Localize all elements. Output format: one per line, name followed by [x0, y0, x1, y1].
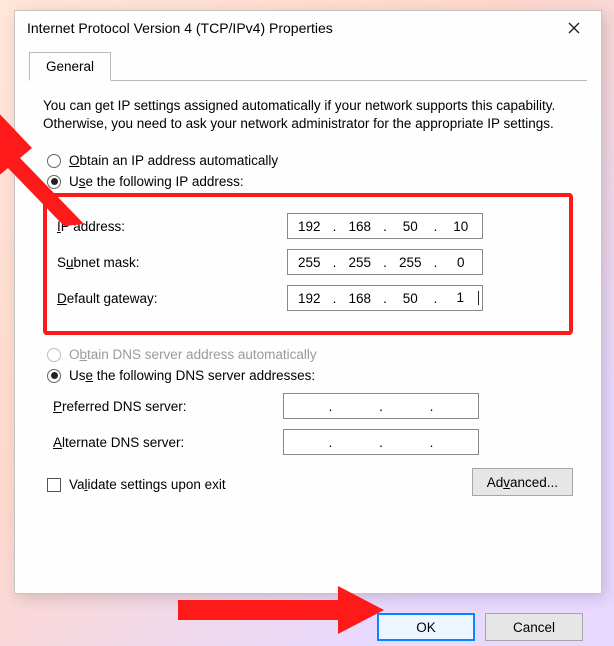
radio-icon [47, 175, 61, 189]
checkbox-icon [47, 478, 61, 492]
radio-icon [47, 348, 61, 362]
ip-address-label: IP address: [57, 219, 287, 234]
window-title: Internet Protocol Version 4 (TCP/IPv4) P… [27, 20, 555, 36]
subnet-label: Subnet mask: [57, 255, 287, 270]
subnet-input[interactable]: 255. 255. 255. 0 [287, 249, 483, 275]
properties-dialog: Internet Protocol Version 4 (TCP/IPv4) P… [14, 10, 602, 594]
preferred-dns-input[interactable]: . . . [283, 393, 479, 419]
advanced-button[interactable]: Advanced... [472, 468, 573, 496]
dns-group: Preferred DNS server: . . . Alternate DN… [43, 393, 573, 455]
tabstrip: General [29, 51, 587, 81]
radio-icon [47, 154, 61, 168]
radio-ip-auto[interactable]: Obtain an IP address automatically [47, 153, 573, 168]
ok-button[interactable]: OK [377, 613, 475, 641]
preferred-dns-label: Preferred DNS server: [53, 399, 283, 414]
radio-ip-manual[interactable]: Use the following IP address: [47, 174, 573, 189]
alternate-dns-label: Alternate DNS server: [53, 435, 283, 450]
radio-dns-auto-label: Obtain DNS server address automatically [69, 347, 317, 362]
tab-general[interactable]: General [29, 52, 111, 81]
radio-icon [47, 369, 61, 383]
gateway-label: Default gateway: [57, 291, 287, 306]
radio-dns-manual[interactable]: Use the following DNS server addresses: [47, 368, 573, 383]
validate-label: Validate settings upon exit [69, 477, 226, 492]
radio-dns-manual-label: Use the following DNS server addresses: [69, 368, 315, 383]
gateway-input[interactable]: 192. 168. 50. 1 [287, 285, 483, 311]
radio-dns-auto: Obtain DNS server address automatically [47, 347, 573, 362]
radio-ip-manual-label: Use the following IP address: [69, 174, 244, 189]
tab-content: You can get IP settings assigned automat… [15, 81, 601, 510]
ip-address-input[interactable]: 192. 168. 50. 10 [287, 213, 483, 239]
alternate-dns-input[interactable]: . . . [283, 429, 479, 455]
titlebar: Internet Protocol Version 4 (TCP/IPv4) P… [15, 11, 601, 45]
cancel-button[interactable]: Cancel [485, 613, 583, 641]
highlight-box: IP address: 192. 168. 50. 10 Subnet mask… [43, 193, 573, 335]
close-button[interactable] [555, 14, 593, 42]
radio-ip-auto-label: Obtain an IP address automatically [69, 153, 278, 168]
help-text: You can get IP settings assigned automat… [43, 97, 573, 133]
